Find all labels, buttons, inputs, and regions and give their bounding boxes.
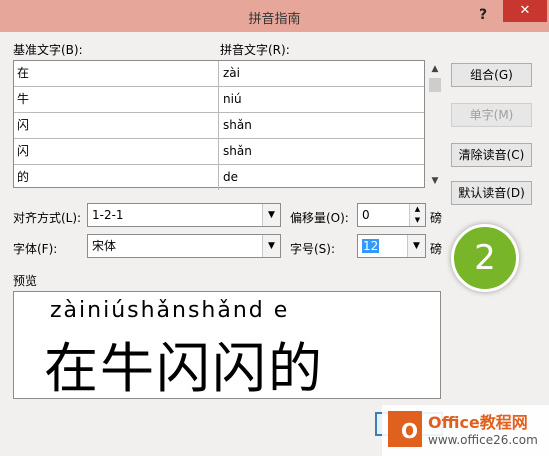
- base-text-cell[interactable]: 闪: [14, 113, 219, 138]
- chevron-down-icon[interactable]: ▼: [262, 235, 280, 257]
- ruby-text-cell[interactable]: zài: [220, 61, 424, 86]
- table-row: 牛 niú: [14, 87, 424, 113]
- grid-scrollbar[interactable]: ▲ ▼: [427, 60, 443, 188]
- table-row: 在 zài: [14, 61, 424, 87]
- ruby-text-cell[interactable]: shǎn: [220, 139, 424, 164]
- table-row: 闪 shǎn: [14, 113, 424, 139]
- table-row: 的 de: [14, 165, 424, 191]
- ruby-text-cell[interactable]: de: [220, 165, 424, 190]
- offset-value: 0: [362, 208, 370, 222]
- offset-stepper[interactable]: 0 ▲ ▼: [357, 203, 426, 227]
- offset-unit: 磅: [430, 211, 443, 225]
- single-char-button[interactable]: 单字(M): [451, 103, 532, 127]
- default-reading-button[interactable]: 默认读音(D): [451, 181, 532, 205]
- offset-label: 偏移量(O):: [290, 211, 349, 225]
- pinyin-guide-dialog: 拼音指南 ? ✕ 基准文字(B): 拼音文字(R): 在 zài 牛 niú 闪…: [0, 0, 549, 456]
- dialog-title: 拼音指南: [248, 12, 301, 27]
- base-text-label: 基准文字(B):: [13, 43, 83, 57]
- preview-label: 预览: [13, 274, 38, 288]
- group-button[interactable]: 组合(G): [451, 63, 532, 87]
- preview-hanzi: 在牛闪闪的: [44, 337, 324, 399]
- office-logo-icon: O: [388, 411, 422, 447]
- scroll-up-icon[interactable]: ▲: [427, 62, 443, 76]
- ruby-text-cell[interactable]: shǎn: [220, 113, 424, 138]
- base-text-cell[interactable]: 在: [14, 61, 219, 86]
- help-button[interactable]: ?: [470, 4, 496, 26]
- preview-pinyin: zàiniúshǎnshǎnd e: [50, 298, 290, 323]
- font-value: 宋体: [92, 239, 117, 253]
- chevron-down-icon[interactable]: ▼: [407, 235, 425, 257]
- font-label: 字体(F):: [13, 242, 58, 256]
- size-label: 字号(S):: [290, 242, 336, 256]
- text-grid: 在 zài 牛 niú 闪 shǎn 闪 shǎn 的 de: [13, 60, 425, 191]
- close-button[interactable]: ✕: [503, 0, 547, 22]
- preview-box: zàiniúshǎnshǎnd e 在牛闪闪的: [13, 291, 441, 399]
- alignment-select[interactable]: 1-2-1 ▼: [87, 203, 281, 227]
- size-value: 12: [362, 235, 380, 257]
- base-text-cell[interactable]: 闪: [14, 139, 219, 164]
- base-text-cell[interactable]: 牛: [14, 87, 219, 112]
- alignment-label: 对齐方式(L):: [13, 211, 82, 225]
- step-badge: 2: [451, 224, 519, 292]
- size-select[interactable]: 12 ▼: [357, 234, 426, 258]
- title-bar[interactable]: 拼音指南 ? ✕: [0, 0, 549, 32]
- watermark-brand: Office教程网: [428, 413, 528, 432]
- alignment-value: 1-2-1: [92, 208, 124, 222]
- watermark-url: www.office26.com: [428, 433, 538, 447]
- size-unit: 磅: [430, 242, 443, 256]
- decrement-icon[interactable]: ▼: [409, 215, 425, 226]
- ruby-text-label: 拼音文字(R):: [220, 43, 290, 57]
- table-row: 闪 shǎn: [14, 139, 424, 165]
- size-value-selected: 12: [362, 239, 380, 253]
- base-text-cell[interactable]: 的: [14, 165, 219, 190]
- chevron-down-icon[interactable]: ▼: [262, 204, 280, 226]
- font-select[interactable]: 宋体 ▼: [87, 234, 281, 258]
- clear-reading-button[interactable]: 清除读音(C): [451, 143, 532, 167]
- scroll-thumb[interactable]: [429, 78, 441, 92]
- ruby-text-cell[interactable]: niú: [220, 87, 424, 112]
- watermark: O Office教程网 www.office26.com: [382, 405, 549, 456]
- scroll-down-icon[interactable]: ▼: [427, 174, 443, 188]
